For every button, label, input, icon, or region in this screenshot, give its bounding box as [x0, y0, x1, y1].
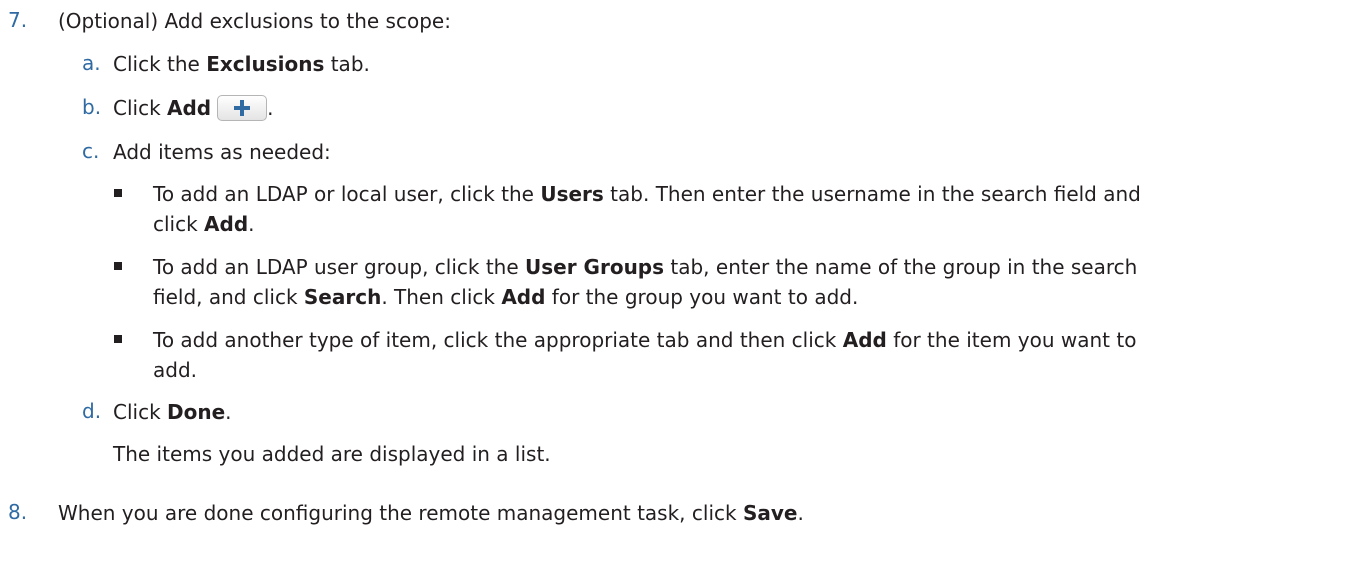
step-7d-text: Click Done. — [113, 400, 232, 424]
step-7-text: (Optional) Add exclusions to the scope: — [58, 9, 451, 33]
step-7-number: 7. — [8, 8, 28, 32]
bullet-marker — [114, 335, 122, 343]
step-7d-letter: d. — [82, 399, 102, 423]
bullet-marker — [114, 189, 122, 197]
save-label: Save — [742, 501, 798, 525]
bullet-2-line-1: To add an LDAP user group, click the Use… — [153, 255, 1138, 279]
step-7c-letter: c. — [82, 139, 100, 163]
step-7a-letter: a. — [82, 51, 101, 75]
done-label: Done — [167, 400, 226, 424]
add-button[interactable] — [217, 94, 268, 121]
step-8-text: When you are done configuring the remote… — [58, 501, 804, 525]
bullet-marker — [114, 262, 122, 270]
bullet-3-line-2: add. — [153, 358, 198, 382]
document-page: 7. (Optional) Add exclusions to the scop… — [0, 0, 1356, 563]
step-7c-text: Add items as needed: — [113, 140, 331, 164]
step-7a-text: Click the Exclusions tab. — [113, 52, 370, 76]
step-7b-text: Click Add. — [113, 94, 274, 121]
bullet-1-line-2: click Add. — [153, 212, 255, 236]
bullet-2-line-2: field, and click Search. Then click Add … — [153, 285, 859, 309]
add-label: Add — [167, 96, 212, 120]
exclusions-label: Exclusions — [206, 52, 325, 76]
step-7d-note: The items you added are displayed in a l… — [113, 442, 551, 466]
step-7b-letter: b. — [82, 95, 102, 119]
bullet-3-line-1: To add another type of item, click the a… — [153, 328, 1137, 352]
step-8-number: 8. — [8, 500, 28, 524]
plus-icon — [234, 99, 251, 116]
bullet-1-line-1: To add an LDAP or local user, click the … — [153, 182, 1141, 206]
